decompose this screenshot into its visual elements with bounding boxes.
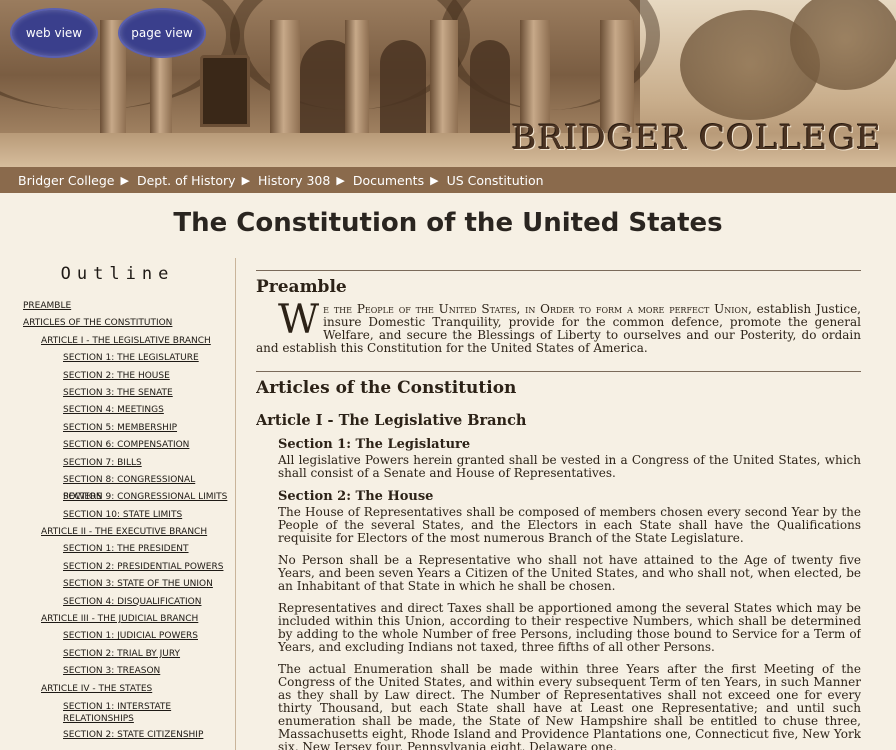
outline-item: SECTION 10: STATE LIMITS [0, 507, 235, 524]
outline-link[interactable]: SECTION 1: JUDICIAL POWERS [63, 631, 198, 641]
outline-link[interactable]: PREAMBLE [23, 301, 71, 311]
outline-link[interactable]: SECTION 2: THE HOUSE [63, 371, 170, 381]
section2-paragraph: No Person shall be a Representative who … [278, 553, 861, 593]
breadcrumb-item[interactable]: Dept. of History [137, 173, 236, 188]
outline-item: SECTION 2: PRESIDENTIAL POWERS [0, 559, 235, 576]
preamble-heading: Preamble [256, 277, 347, 297]
web-view-button[interactable]: web view [10, 8, 98, 58]
main-content: Preamble We the People of the United Sta… [256, 270, 861, 750]
preamble-drop-cap: W [278, 297, 320, 343]
breadcrumb-item-current[interactable]: US Constitution [447, 173, 544, 188]
breadcrumb-item[interactable]: Bridger College [18, 173, 115, 188]
college-logo-text: BRIDGER COLLEGE [511, 118, 882, 158]
outline-item: ARTICLE III - THE JUDICIAL BRANCH [0, 611, 235, 628]
outline-item: SECTION 2: TRIAL BY JURY [0, 646, 235, 663]
outline-item: SECTION 3: TREASON [0, 663, 235, 680]
outline-item: SECTION 2: STATE CITIZENSHIP [0, 727, 235, 744]
outline-item: SECTION 6: COMPENSATION [0, 437, 235, 454]
article1-sections: Section 1: The Legislature All legislati… [278, 437, 861, 750]
outline-item: SECTION 4: MEETINGS [0, 402, 235, 419]
outline-link[interactable]: SECTION 9: CONGRESSIONAL LIMITS [63, 492, 227, 502]
outline-link[interactable]: SECTION 3: THE SENATE [63, 388, 173, 398]
outline-link[interactable]: SECTION 7: BILLS [63, 458, 142, 468]
outline-link[interactable]: SECTION 3: STATE OF THE UNION [63, 579, 213, 589]
outline-link[interactable]: SECTION 4: DISQUALIFICATION [63, 597, 201, 607]
outline-link[interactable]: SECTION 1: THE PRESIDENT [63, 544, 189, 554]
outline-title: Outline [60, 264, 175, 284]
outline-link[interactable]: ARTICLES OF THE CONSTITUTION [23, 318, 172, 328]
page-view-button[interactable]: page view [118, 8, 206, 58]
outline-item: SECTION 1: THE PRESIDENT [0, 541, 235, 558]
outline-item: SECTION 8: CONGRESSIONAL POWERS [0, 472, 235, 502]
outline-link[interactable]: ARTICLE I - THE LEGISLATIVE BRANCH [41, 336, 211, 346]
outline-item: SECTION 2: THE HOUSE [0, 368, 235, 385]
outline-link[interactable]: SECTION 2: STATE CITIZENSHIP [63, 730, 203, 740]
outline-item: SECTION 7: BILLS [0, 455, 235, 472]
section2-paragraph: The actual Enumeration shall be made wit… [278, 662, 861, 750]
outline-link[interactable]: ARTICLE IV - THE STATES [41, 684, 152, 694]
outline-link[interactable]: SECTION 10: STATE LIMITS [63, 510, 182, 520]
outline-link[interactable]: SECTION 2: TRIAL BY JURY [63, 649, 180, 659]
breadcrumb-arrow-icon: ▶ [241, 173, 251, 187]
breadcrumb-arrow-icon: ▶ [430, 173, 439, 187]
section2-heading: Section 2: The House [278, 489, 434, 504]
outline-link[interactable]: SECTION 3: TREASON [63, 666, 160, 676]
outline-item: SECTION 3: THE SENATE [0, 385, 235, 402]
breadcrumb-arrow-icon: ▶ [120, 173, 129, 187]
outline-item: SECTION 1: INTERSTATE RELATIONSHIPS [0, 698, 235, 727]
articles-heading: Articles of the Constitution [256, 378, 517, 398]
breadcrumb: Bridger College ▶ Dept. of History ▶ His… [0, 167, 896, 193]
banner-archway [380, 40, 426, 140]
section2-paragraph: Representatives and direct Taxes shall b… [278, 601, 861, 654]
divider [256, 270, 861, 271]
outline-item: SECTION 9: CONGRESSIONAL LIMITS [0, 489, 235, 506]
outline-link[interactable]: ARTICLE III - THE JUDICIAL BRANCH [41, 614, 198, 624]
outline-link[interactable]: SECTION 1: THE LEGISLATURE [63, 353, 199, 363]
section1-heading: Section 1: The Legislature [278, 437, 471, 452]
outline-sidebar: Outline PREAMBLE ARTICLES OF THE CONSTITU… [0, 258, 236, 750]
banner-door [200, 55, 250, 127]
outline-item: SECTION 4: DISQUALIFICATION [0, 594, 235, 611]
outline-item: SECTION 3: STATE OF THE UNION [0, 576, 235, 593]
outline-item: SECTION 5: MEMBERSHIP [0, 420, 235, 437]
outline-item: ARTICLE I - THE LEGISLATIVE BRANCH [0, 333, 235, 350]
outline-link[interactable]: SECTION 1: INTERSTATE RELATIONSHIPS [63, 702, 171, 724]
outline-link[interactable]: SECTION 5: MEMBERSHIP [63, 423, 177, 433]
outline-item: ARTICLE II - THE EXECUTIVE BRANCH [0, 524, 235, 541]
breadcrumb-arrow-icon: ▶ [336, 173, 345, 187]
section1-text: All legislative Powers herein granted sh… [278, 453, 861, 480]
outline-list: PREAMBLE ARTICLES OF THE CONSTITUTION ARTI… [0, 298, 235, 744]
outline-item: ARTICLES OF THE CONSTITUTION [0, 315, 235, 332]
section2-paragraph: The House of Representatives shall be co… [278, 505, 861, 545]
preamble-text: We the People of the United States, in O… [256, 297, 861, 355]
outline-item: PREAMBLE [0, 298, 235, 315]
preamble-smallcaps: e the People of the United States, in Or… [323, 302, 752, 316]
divider [256, 371, 861, 372]
breadcrumb-item[interactable]: Documents [353, 173, 424, 188]
page-title: The Constitution of the United States [173, 208, 723, 238]
outline-link[interactable]: SECTION 4: MEETINGS [63, 405, 164, 415]
outline-link[interactable]: SECTION 2: PRESIDENTIAL POWERS [63, 562, 223, 572]
outline-link[interactable]: SECTION 6: COMPENSATION [63, 440, 189, 450]
outline-link[interactable]: ARTICLE II - THE EXECUTIVE BRANCH [41, 527, 207, 537]
article1-heading: Article I - The Legislative Branch [256, 412, 527, 429]
outline-item: SECTION 1: JUDICIAL POWERS [0, 628, 235, 645]
breadcrumb-item[interactable]: History 308 [258, 173, 330, 188]
outline-item: ARTICLE IV - THE STATES [0, 681, 235, 698]
banner-archway [470, 40, 510, 140]
outline-item: SECTION 1: THE LEGISLATURE [0, 350, 235, 367]
